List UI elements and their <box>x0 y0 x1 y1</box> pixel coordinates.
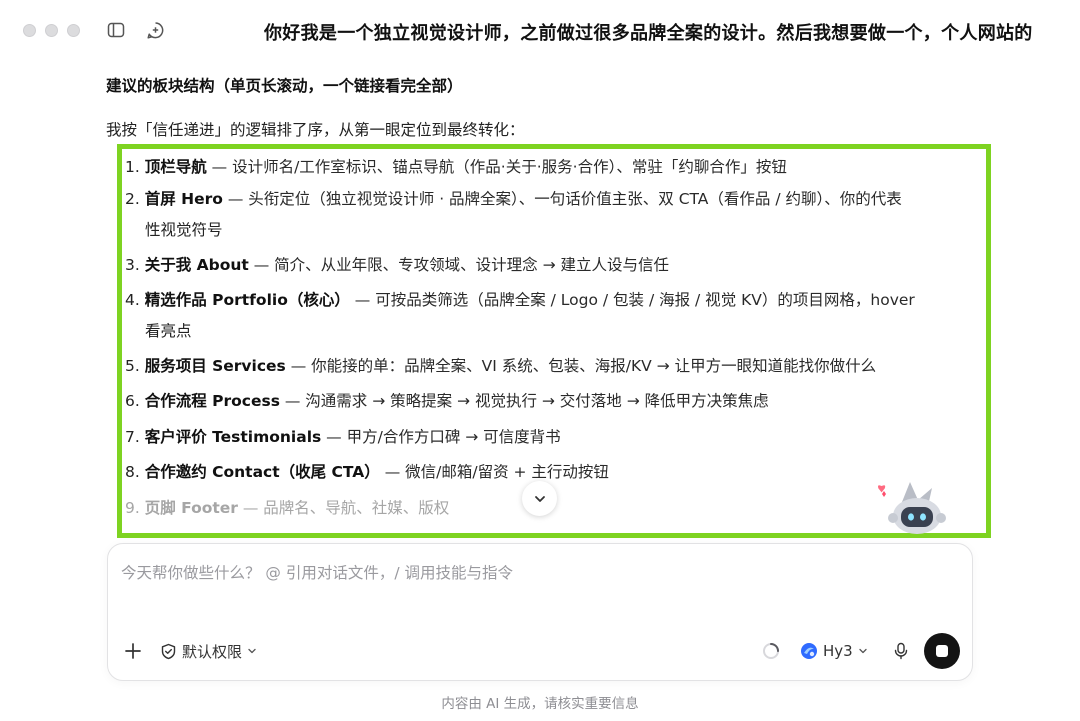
permission-selector[interactable]: 默认权限 <box>160 639 257 663</box>
microphone-icon <box>894 642 908 660</box>
permission-label: 默认权限 <box>182 642 243 661</box>
list-item: 5. 服务项目 Services — 你能接的单：品牌全案、VI 系统、包装、海… <box>125 351 985 382</box>
item-title: 服务项目 Services <box>144 357 286 375</box>
voice-input-button[interactable] <box>890 640 912 662</box>
new-chat-button[interactable] <box>144 19 166 41</box>
item-title: 合作邀约 Contact（收尾 CTA） <box>144 463 380 481</box>
list-item: 8. 合作邀约 Contact（收尾 CTA） — 微信/邮箱/留资 + 主行动… <box>125 457 985 488</box>
window-maximize-icon[interactable] <box>67 24 80 37</box>
item-number: 7. <box>125 428 145 446</box>
add-attachment-button[interactable] <box>122 640 144 662</box>
conversation-title: 你好我是一个独立视觉设计师，之前做过很多品牌全案的设计。然后我想要做一个，个人网… <box>264 23 1033 44</box>
item-description: — 你能接的单：品牌全案、VI 系统、包装、海报/KV → 让甲方一眼知道能找你… <box>285 357 877 375</box>
item-description: — 微信/邮箱/留资 + 主行动按钮 <box>379 463 609 481</box>
chevron-down-icon <box>534 495 545 502</box>
item-number: 3. <box>125 256 145 274</box>
item-title: 合作流程 Process <box>144 392 280 410</box>
item-title: 首屏 Hero <box>144 190 223 208</box>
item-title: 页脚 Footer <box>144 499 238 517</box>
section-heading: 建议的板块结构（单页长滚动，一个链接看完全部） <box>106 77 463 95</box>
new-chat-icon <box>146 21 163 39</box>
list-item: 6. 合作流程 Process — 沟通需求 → 策略提案 → 视觉执行 → 交… <box>125 386 985 417</box>
item-title: 顶栏导航 <box>144 158 207 176</box>
plus-icon <box>125 643 141 659</box>
item-number: 1. <box>125 158 145 176</box>
model-logo-icon <box>801 643 817 659</box>
message-composer: 默认权限 Hy3 <box>107 543 973 681</box>
intro-text: 我按「信任递进」的逻辑排了序，从第一眼定位到最终转化： <box>106 121 525 139</box>
app-window: 你好我是一个独立视觉设计师，之前做过很多品牌全案的设计。然后我想要做一个，个人网… <box>0 0 1080 721</box>
message-input[interactable] <box>121 560 951 586</box>
mascot-robot-icon <box>878 482 946 534</box>
item-description: — 甲方/合作方口碑 → 可信度背书 <box>321 428 561 446</box>
item-description-continued: 看亮点 <box>145 322 192 340</box>
item-description: — 头衔定位（独立视觉设计师 · 品牌全案）、一句话价值主张、双 CTA（看作品… <box>222 190 902 208</box>
item-description: — 简介、从业年限、专攻领域、设计理念 → 建立人设与信任 <box>248 256 670 274</box>
item-title: 精选作品 Portfolio（核心） <box>144 291 350 309</box>
list-item: 3. 关于我 About — 简介、从业年限、专攻领域、设计理念 → 建立人设与… <box>125 250 985 281</box>
item-number: 8. <box>125 463 145 481</box>
item-description-continued: 性视觉符号 <box>145 221 223 239</box>
window-close-icon[interactable] <box>23 24 36 37</box>
scroll-to-bottom-button[interactable] <box>522 481 557 516</box>
list-item: 1. 顶栏导航 — 设计师名/工作室标识、锚点导航（作品·关于·服务·合作）、常… <box>125 152 985 183</box>
shield-check-icon <box>161 643 176 659</box>
list-item: 4. 精选作品 Portfolio（核心） — 可按品类筛选（品牌全案 / Lo… <box>125 285 985 347</box>
item-description: — 沟通需求 → 策略提案 → 视觉执行 → 交付落地 → 降低甲方决策焦虑 <box>279 392 769 410</box>
ai-disclaimer: 内容由 AI 生成，请核实重要信息 <box>441 696 639 712</box>
item-number: 4. <box>125 291 145 309</box>
model-label: Hy3 <box>823 642 853 660</box>
window-minimize-icon[interactable] <box>45 24 58 37</box>
stop-icon <box>936 645 948 657</box>
chevron-down-icon <box>248 648 256 654</box>
title-bar: 你好我是一个独立视觉设计师，之前做过很多品牌全案的设计。然后我想要做一个，个人网… <box>0 0 1080 62</box>
item-description: — 设计师名/工作室标识、锚点导航（作品·关于·服务·合作）、常驻「约聊合作」按… <box>206 158 787 176</box>
sidebar-toggle-button[interactable] <box>105 19 127 41</box>
item-number: 5. <box>125 357 145 375</box>
item-description: — 可按品类筛选（品牌全案 / Logo / 包装 / 海报 / 视觉 KV）的… <box>349 291 915 309</box>
stop-generation-button[interactable] <box>924 633 960 669</box>
model-selector[interactable]: Hy3 <box>800 639 868 663</box>
item-number: 9. <box>125 499 145 517</box>
item-number: 6. <box>125 392 145 410</box>
item-title: 客户评价 Testimonials <box>144 428 322 446</box>
sidebar-toggle-icon <box>107 22 125 38</box>
loading-spinner-icon <box>763 643 779 659</box>
item-number: 2. <box>125 190 145 208</box>
item-title: 关于我 About <box>144 256 249 274</box>
list-item: 2. 首屏 Hero — 头衔定位（独立视觉设计师 · 品牌全案）、一句话价值主… <box>125 184 985 246</box>
chevron-down-icon <box>859 648 867 654</box>
item-description: — 品牌名、导航、社媒、版权 <box>237 499 450 517</box>
list-item: 7. 客户评价 Testimonials — 甲方/合作方口碑 → 可信度背书 <box>125 422 985 453</box>
